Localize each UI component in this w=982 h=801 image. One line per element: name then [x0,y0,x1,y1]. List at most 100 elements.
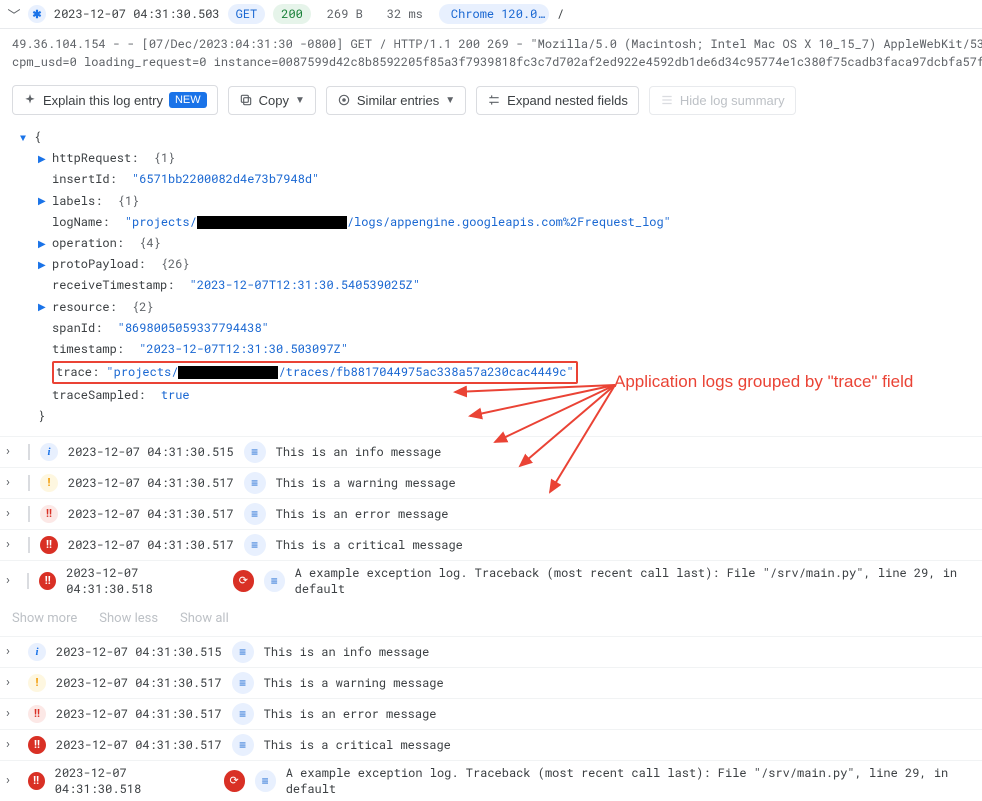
exception-icon[interactable]: ⟳ [224,770,245,792]
filter-chip-icon[interactable]: ≡ [244,503,266,525]
chevron-right-icon[interactable]: › [6,444,18,459]
timestamp: 2023-12-07 04:31:30.515 [68,444,234,460]
expand-icon [487,93,501,107]
log-toolbar: Explain this log entry NEW Copy ▼ Simila… [0,77,982,123]
copy-button[interactable]: Copy ▼ [228,86,316,115]
http-method-chip[interactable]: GET [228,4,266,24]
chevron-right-icon[interactable]: › [6,537,18,552]
severity-critical-icon: !! [39,572,56,590]
caret-down-icon: ▼ [295,95,305,106]
timestamp: 2023-12-07 04:31:30.517 [68,475,234,491]
http-status-chip[interactable]: 200 [273,4,311,24]
chevron-right-icon[interactable]: › [6,773,18,788]
log-row[interactable]: › i 2023-12-07 04:31:30.515 ≡ This is an inf… [0,436,982,467]
timestamp-value[interactable]: "2023-12-07T12:31:30.503097Z" [139,340,348,359]
filter-chip-icon[interactable]: ≡ [244,534,266,556]
log-row[interactable]: ›!! 2023-12-07 04:31:30.518 ⟳ ≡ A example ex… [0,760,982,801]
group-bar [28,537,30,553]
log-name-value[interactable]: "projects//logs/appengine.googleapis.com… [125,213,671,232]
log-row[interactable]: ›! 2023-12-07 04:31:30.517 ≡ This is a warn… [0,667,982,698]
log-row[interactable]: ›!2023-12-07 04:31:30.517≡This is a warn… [0,467,982,498]
hide-icon [660,93,674,107]
timestamp: 2023-12-07 04:31:30.517 [68,506,234,522]
chevron-down-icon[interactable]: ▼ [20,130,30,146]
raw-log-text: 49.36.104.154 - - [07/Dec/2023:04:31:30 … [0,29,982,77]
log-row[interactable]: ›!!2023-12-07 04:31:30.517≡This is an er… [0,698,982,729]
severity-error-icon: !! [28,705,46,723]
latency: 32 ms [379,4,431,24]
chevron-right-icon[interactable]: ▶ [38,151,48,167]
chevron-right-icon[interactable]: ▶ [38,257,48,273]
copy-icon [239,93,253,107]
log-row[interactable]: ›!! 2023-12-07 04:31:30.517 ≡ This is a cri… [0,729,982,760]
redacted-project [178,366,278,379]
hide-summary-button: Hide log summary [649,86,796,115]
log-row[interactable]: ›!!2023-12-07 04:31:30.517≡This is a cri… [0,529,982,560]
severity-critical-icon: !! [28,736,46,754]
chevron-right-icon[interactable]: › [6,737,18,752]
timestamp: 2023-12-07 04:31:30.518 [66,565,223,597]
redacted-project [197,216,347,229]
show-more-link[interactable]: Show more [12,611,77,626]
insert-id-value[interactable]: "6571bb2200082d4e73b7948d" [132,170,319,189]
exception-icon[interactable]: ⟳ [233,570,254,592]
group-bar [27,573,29,589]
target-icon [337,93,351,107]
log-row[interactable]: ›!!2023-12-07 04:31:30.517≡This is an er… [0,498,982,529]
chevron-right-icon[interactable]: › [6,706,18,721]
similar-entries-button[interactable]: Similar entries ▼ [326,86,466,115]
log-row[interactable]: ›!!2023-12-07 04:31:30.518⟳≡A example ex… [0,560,982,601]
timestamp: 2023-12-07 04:31:30.518 [55,765,214,797]
chevron-right-icon[interactable]: › [6,506,18,521]
json-tree: ▼{ ▶httpRequest: {1} insertId: "6571bb22… [0,123,982,436]
chevron-right-icon[interactable]: ▶ [38,236,48,252]
log-message: This is a critical message [264,737,451,753]
timestamp: 2023-12-07 04:31:30.517 [56,706,222,722]
show-links: Show more Show less Show all [0,601,982,636]
filter-chip-icon[interactable]: ≡ [244,441,266,463]
log-message: This is a warning message [264,675,444,691]
filter-chip-icon[interactable]: ≡ [255,770,276,792]
severity-info-icon: i [40,443,58,461]
user-agent-chip[interactable]: Chrome 120.0… [439,4,549,24]
timestamp: 2023-12-07 04:31:30.517 [56,737,222,753]
group-bar [28,444,30,460]
filter-chip-icon[interactable]: ≡ [244,472,266,494]
log-message: This is an info message [276,444,442,460]
group-bar [28,475,30,491]
chevron-right-icon[interactable]: ▶ [38,299,48,315]
log-entry-header[interactable]: ﹀ ✱ 2023-12-07 04:31:30.503 GET 200 269 … [0,0,982,29]
log-message: This is an error message [276,506,449,522]
trace-sampled-value[interactable]: true [161,386,190,405]
chevron-right-icon[interactable]: › [6,675,18,690]
log-row[interactable]: ›i2023-12-07 04:31:30.515≡This is an inf… [0,636,982,667]
sparkle-icon [23,93,37,107]
timestamp: 2023-12-07 04:31:30.517 [56,675,222,691]
severity-critical-icon: !! [28,772,45,790]
expand-nested-button[interactable]: Expand nested fields [476,86,639,115]
show-all-link[interactable]: Show all [180,611,229,626]
log-message: A example exception log. Traceback (most… [286,765,976,797]
chevron-right-icon[interactable]: › [6,475,18,490]
severity-warning-icon: ! [40,474,58,492]
trace-value[interactable]: "projects//traces/fb8817044975ac338a57a2… [106,364,573,380]
severity-warning-icon: ! [28,674,46,692]
chevron-right-icon[interactable]: › [6,644,18,659]
chevron-down-icon[interactable]: ﹀ [8,5,20,24]
chevron-right-icon[interactable]: ▶ [38,193,48,209]
timestamp: 2023-12-07 04:31:30.517 [68,537,234,553]
receive-timestamp-value[interactable]: "2023-12-07T12:31:30.540539025Z" [190,276,420,295]
filter-chip-icon[interactable]: ≡ [232,641,254,663]
explain-button[interactable]: Explain this log entry NEW [12,85,218,115]
response-size: 269 B [319,4,371,24]
show-less-link[interactable]: Show less [99,611,158,626]
filter-chip-icon[interactable]: ≡ [232,703,254,725]
span-id-value[interactable]: "8698005059337794438" [118,319,269,338]
filter-chip-icon[interactable]: ≡ [264,570,285,592]
severity-default-icon: ✱ [28,5,46,23]
severity-info-icon: i [28,643,46,661]
filter-chip-icon[interactable]: ≡ [232,734,254,756]
timestamp: 2023-12-07 04:31:30.515 [56,644,222,660]
chevron-right-icon[interactable]: › [6,573,17,588]
filter-chip-icon[interactable]: ≡ [232,672,254,694]
